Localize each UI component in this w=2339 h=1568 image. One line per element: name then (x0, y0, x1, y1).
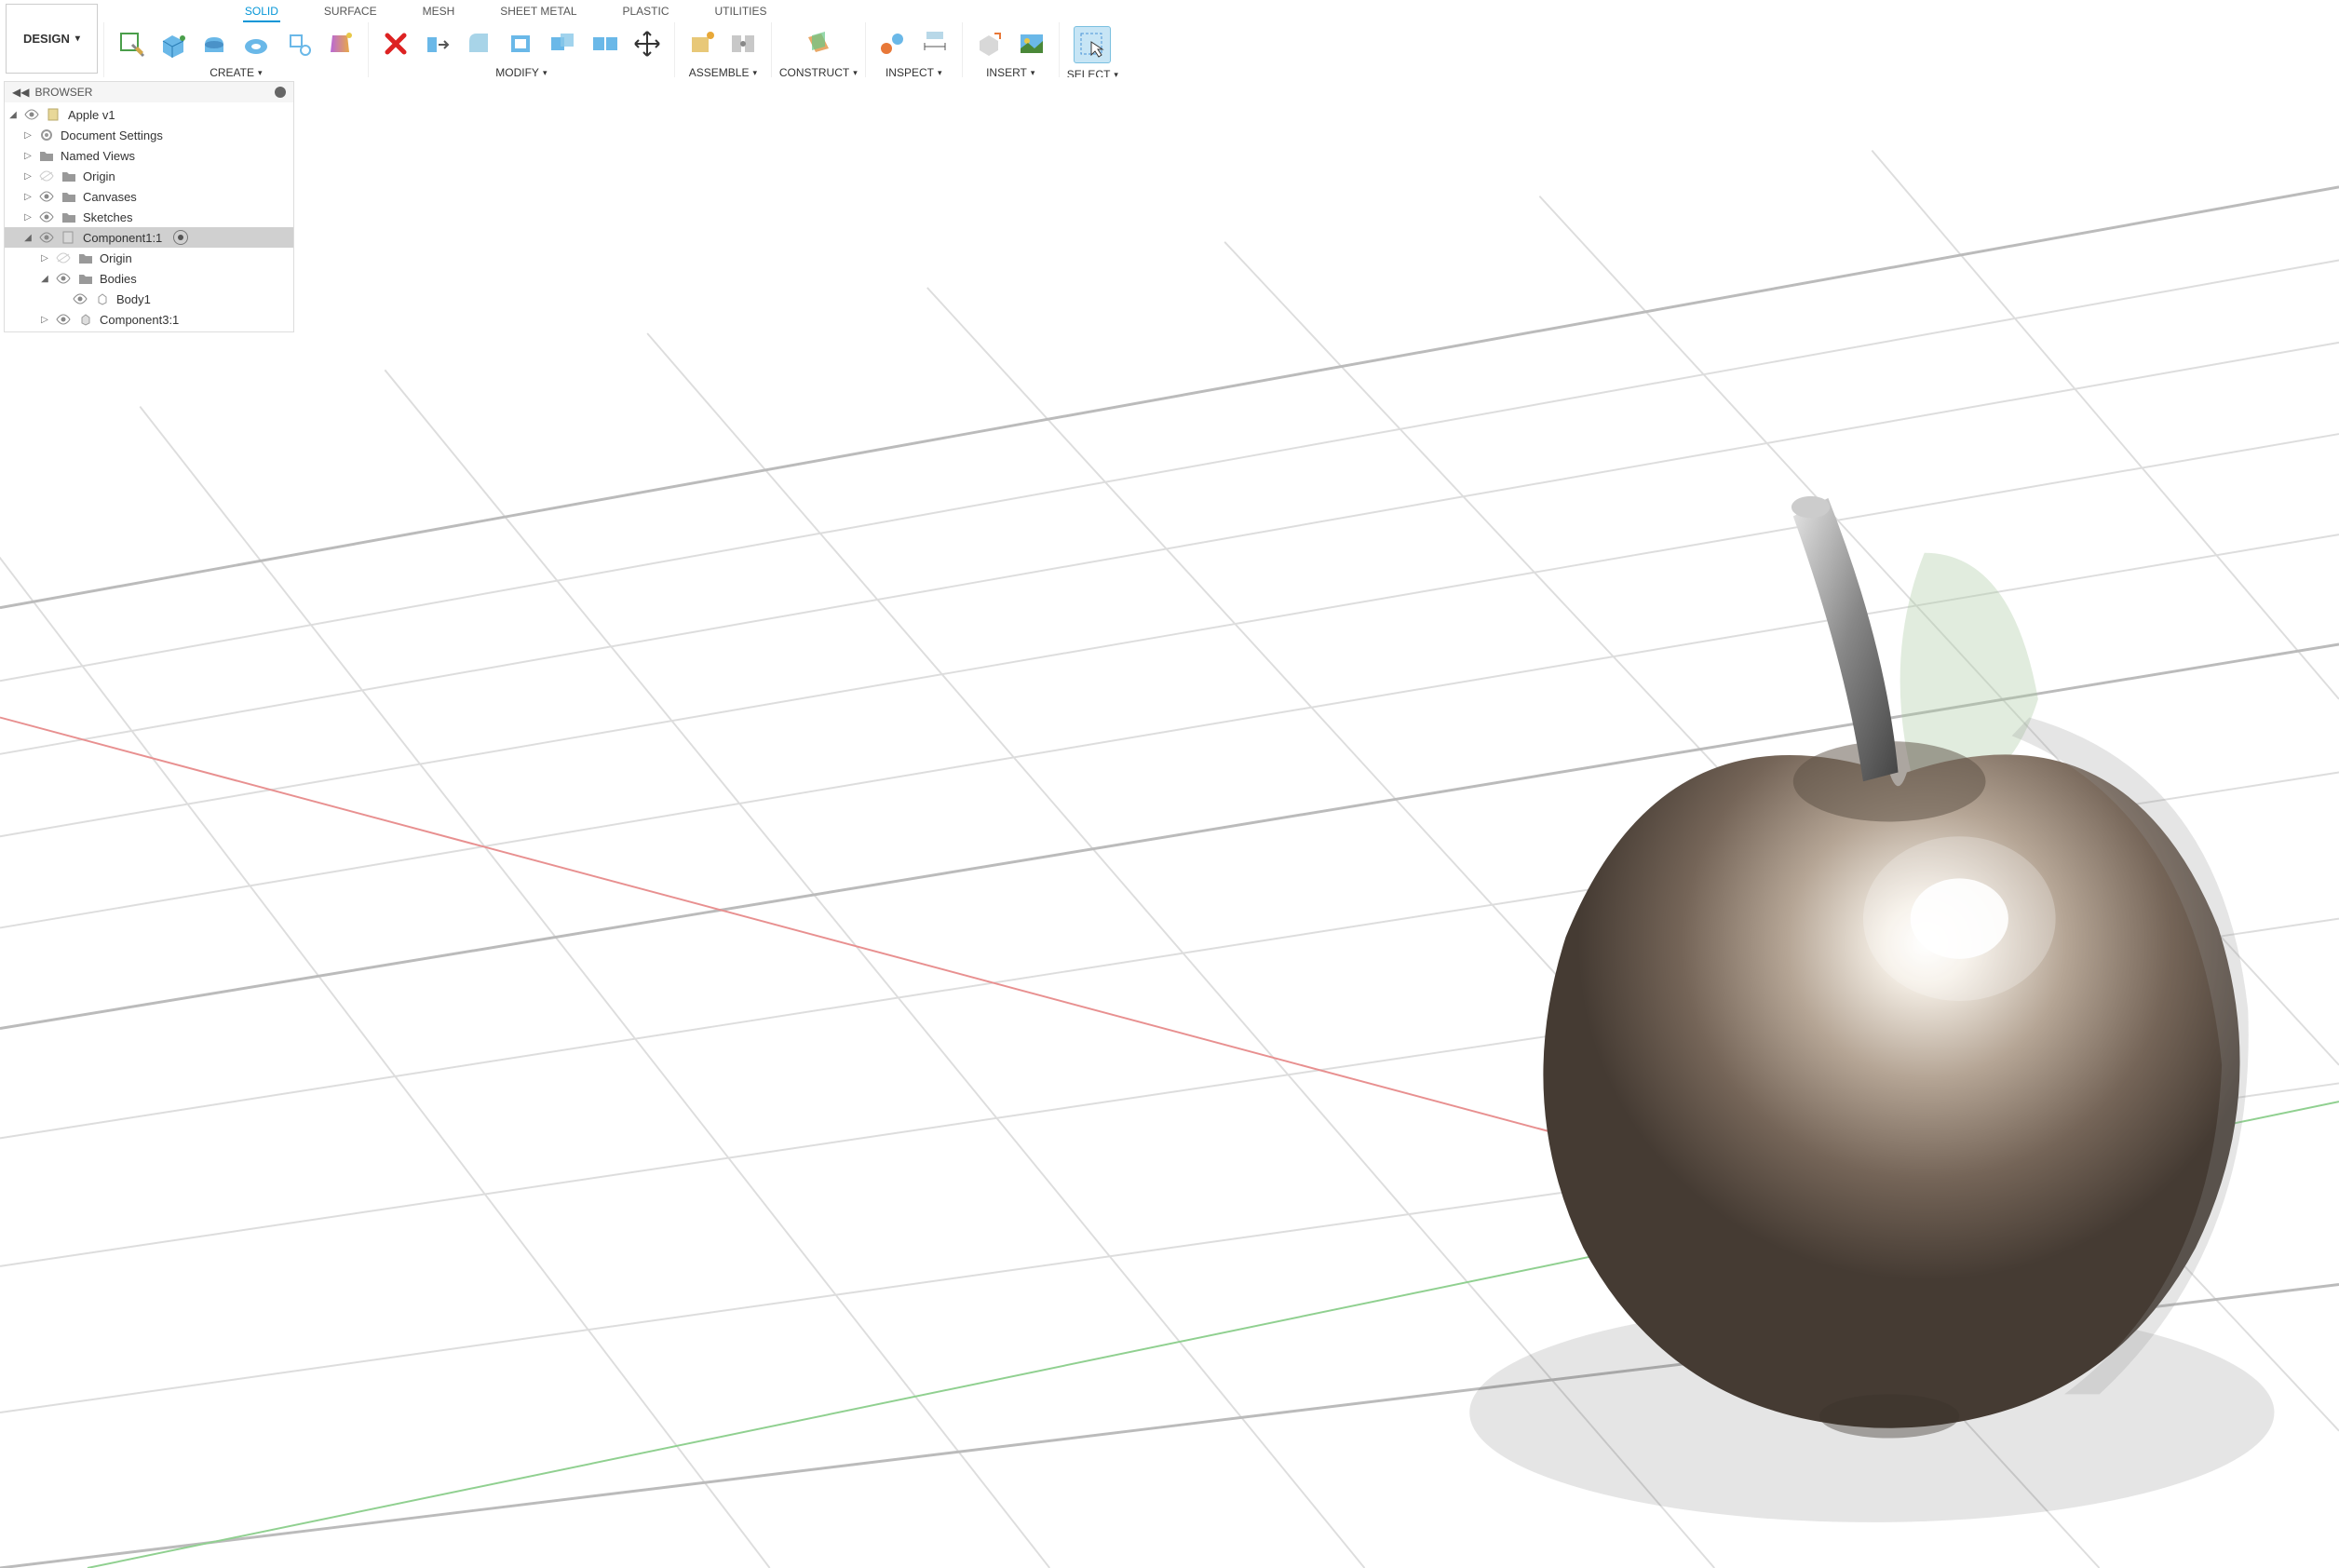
ribbon-toolbar: DESIGN SOLID SURFACE MESH SHEET METAL PL… (0, 0, 2339, 78)
body-icon (94, 291, 111, 306)
visibility-icon[interactable] (55, 313, 72, 326)
tree-label: Document Settings (61, 128, 163, 142)
press-pull-icon[interactable] (420, 26, 455, 61)
sweep-icon[interactable] (281, 26, 317, 61)
visibility-icon[interactable] (55, 272, 72, 285)
visibility-hidden-icon[interactable] (55, 251, 72, 264)
visibility-icon[interactable] (38, 210, 55, 223)
visibility-icon[interactable] (38, 231, 55, 244)
tree-label: Origin (83, 169, 115, 183)
move-icon[interactable] (629, 26, 665, 61)
activate-radio[interactable] (173, 230, 188, 245)
browser-panel: ◀◀ BROWSER ◢ Apple v1 ▷ Document Setting… (4, 81, 294, 332)
box-icon[interactable] (155, 26, 191, 61)
tree-item-component3[interactable]: ▷ Component3:1 (5, 309, 293, 330)
visibility-hidden-icon[interactable] (38, 169, 55, 182)
extrude-icon[interactable] (197, 26, 233, 61)
ground-grid (0, 77, 2339, 1568)
tab-utilities[interactable]: UTILITIES (713, 2, 769, 22)
tab-plastic[interactable]: PLASTIC (621, 2, 671, 22)
collapse-icon[interactable]: ◀◀ (12, 86, 29, 99)
visibility-icon[interactable] (38, 190, 55, 203)
tree-label: Canvases (83, 190, 137, 204)
component-icon (61, 230, 77, 245)
insert-derive-icon[interactable] (972, 26, 1007, 61)
tree-label: Origin (100, 251, 132, 265)
tree-item-settings[interactable]: ▷ Document Settings (5, 125, 293, 145)
tree-item-origin[interactable]: ▷ Origin (5, 166, 293, 186)
component-icon (77, 312, 94, 327)
loft-icon[interactable] (323, 26, 358, 61)
minimize-icon[interactable] (275, 87, 286, 98)
tree-label: Component3:1 (100, 313, 179, 327)
delete-icon[interactable] (378, 26, 413, 61)
combine-icon[interactable] (546, 26, 581, 61)
tab-sheet-metal[interactable]: SHEET METAL (498, 2, 578, 22)
revolve-icon[interactable] (239, 26, 275, 61)
measure-icon[interactable] (875, 26, 911, 61)
document-icon (46, 107, 62, 122)
tree-item-comp-origin[interactable]: ▷ Origin (5, 248, 293, 268)
folder-icon (61, 169, 77, 183)
tree-root[interactable]: ◢ Apple v1 (5, 104, 293, 125)
construct-section: CONSTRUCT (771, 22, 865, 84)
apple-model (1543, 496, 2248, 1439)
tree-label: Sketches (83, 210, 132, 224)
tree-item-canvases[interactable]: ▷ Canvases (5, 186, 293, 207)
sketch-icon[interactable] (114, 26, 149, 61)
tree-item-bodies[interactable]: ◢ Bodies (5, 268, 293, 289)
tree-item-sketches[interactable]: ▷ Sketches (5, 207, 293, 227)
tree-item-views[interactable]: ▷ Named Views (5, 145, 293, 166)
workspace-button[interactable]: DESIGN (6, 4, 98, 74)
folder-icon (61, 189, 77, 204)
folder-icon (77, 271, 94, 286)
split-icon[interactable] (588, 26, 623, 61)
assemble-section: ASSEMBLE (674, 22, 771, 84)
fillet-icon[interactable] (462, 26, 497, 61)
browser-title: BROWSER (34, 86, 92, 99)
modify-section: MODIFY (368, 22, 674, 84)
tree-item-body1[interactable]: ▷ Body1 (5, 289, 293, 309)
browser-tree: ◢ Apple v1 ▷ Document Settings ▷ Named V… (5, 102, 293, 331)
folder-icon (38, 148, 55, 163)
gear-icon (38, 128, 55, 142)
tree-label: Component1:1 (83, 231, 162, 245)
inspect-section: INSPECT (865, 22, 962, 84)
viewport[interactable]: ◀◀ BROWSER ◢ Apple v1 ▷ Document Setting… (0, 77, 2339, 1568)
insert-image-icon[interactable] (1014, 26, 1049, 61)
tab-surface[interactable]: SURFACE (322, 2, 379, 22)
tree-label: Bodies (100, 272, 137, 286)
plane-icon[interactable] (801, 26, 836, 61)
shell-icon[interactable] (504, 26, 539, 61)
tree-label: Body1 (116, 292, 151, 306)
visibility-icon[interactable] (23, 108, 40, 121)
dimension-icon[interactable] (917, 26, 953, 61)
select-section: SELECT (1059, 22, 1126, 84)
tab-mesh[interactable]: MESH (421, 2, 457, 22)
insert-section: INSERT (962, 22, 1059, 84)
tree-label: Apple v1 (68, 108, 115, 122)
joint-icon[interactable] (726, 26, 762, 61)
new-component-icon[interactable] (684, 26, 720, 61)
tree-item-component1[interactable]: ◢ Component1:1 (5, 227, 293, 248)
ribbon-tabs: SOLID SURFACE MESH SHEET METAL PLASTIC U… (103, 0, 2339, 22)
tree-label: Named Views (61, 149, 135, 163)
folder-icon (61, 210, 77, 224)
visibility-icon[interactable] (72, 292, 88, 305)
browser-header[interactable]: ◀◀ BROWSER (5, 82, 293, 102)
tab-solid[interactable]: SOLID (243, 2, 280, 22)
create-section: CREATE (103, 22, 368, 84)
folder-icon (77, 250, 94, 265)
select-icon[interactable] (1074, 26, 1111, 63)
